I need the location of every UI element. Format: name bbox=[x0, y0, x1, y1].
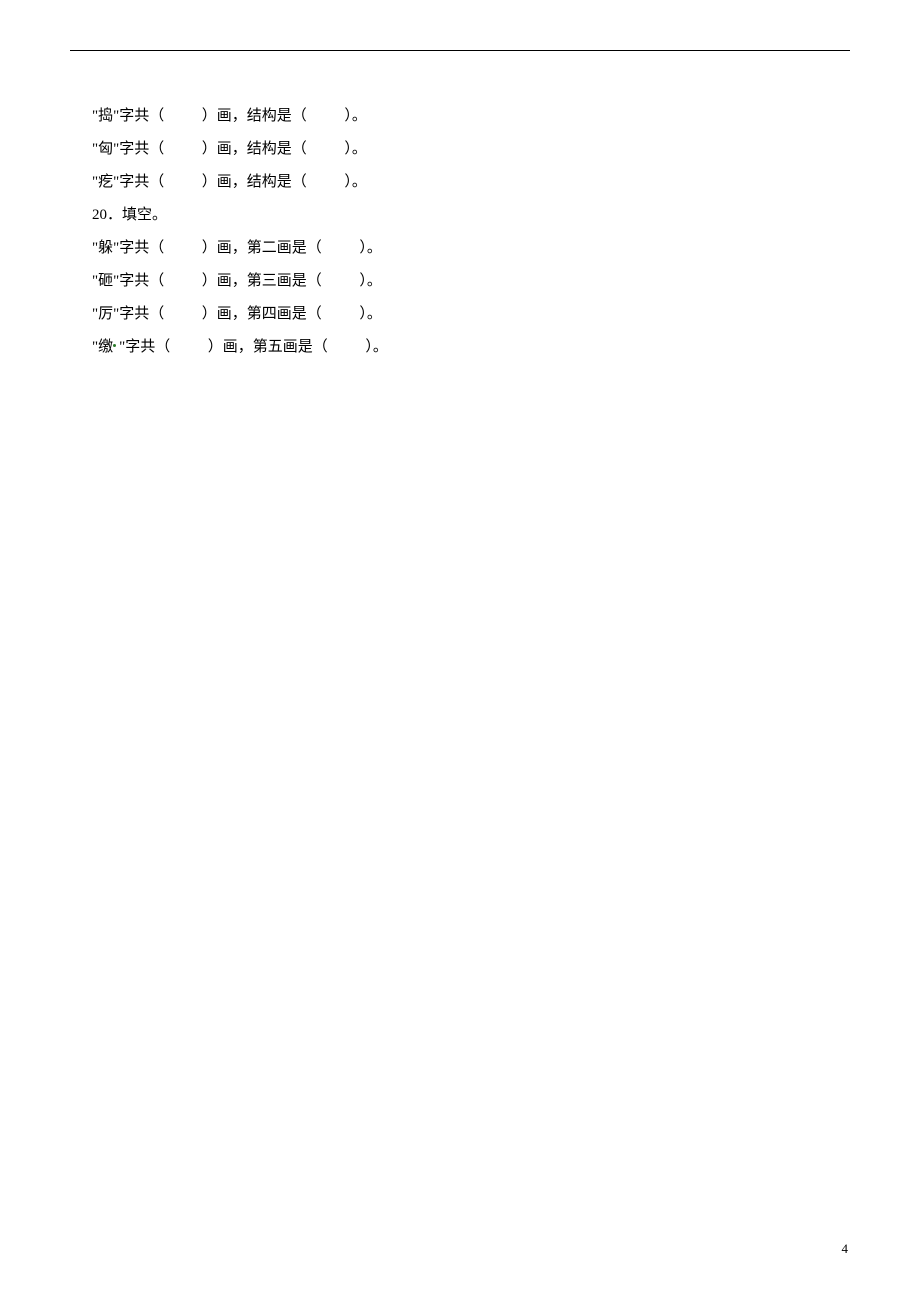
mid: 结构是 bbox=[247, 108, 292, 124]
t: "字共（ bbox=[113, 273, 164, 289]
fill-row-3: "疙"字共（ ）画，结构是（ ）。 bbox=[92, 166, 828, 199]
sp bbox=[328, 339, 366, 355]
mid: 第五画是 bbox=[253, 339, 313, 355]
t: （ bbox=[307, 306, 322, 322]
sp bbox=[307, 174, 345, 190]
t: "字共（ bbox=[113, 306, 164, 322]
sp bbox=[164, 306, 202, 322]
mid: 第四画是 bbox=[247, 306, 307, 322]
t: （ bbox=[292, 108, 307, 124]
t: ）。 bbox=[344, 174, 367, 190]
t: ）。 bbox=[359, 240, 382, 256]
t: ）。 bbox=[359, 306, 382, 322]
fill-row-5: "砸"字共（ ）画，第三画是（ ）。 bbox=[92, 265, 828, 298]
t: （ bbox=[307, 240, 322, 256]
q-num: 20 bbox=[92, 207, 107, 223]
mid: 第三画是 bbox=[247, 273, 307, 289]
header-rule bbox=[70, 50, 850, 51]
t: "字共（ bbox=[113, 141, 164, 157]
t: ）。 bbox=[365, 339, 388, 355]
t: "字共（ bbox=[113, 174, 164, 190]
t: "字共（ bbox=[119, 339, 170, 355]
t: ）画， bbox=[202, 240, 247, 256]
question-20: 20．填空。 bbox=[92, 199, 828, 232]
sp bbox=[164, 174, 202, 190]
t: ）画， bbox=[202, 141, 247, 157]
t: （ bbox=[292, 141, 307, 157]
char: 厉 bbox=[98, 306, 113, 322]
t: （ bbox=[292, 174, 307, 190]
t: ）画， bbox=[202, 174, 247, 190]
char: 躲 bbox=[98, 240, 113, 256]
t: ）。 bbox=[359, 273, 382, 289]
char: 捣 bbox=[98, 108, 113, 124]
t: （ bbox=[313, 339, 328, 355]
q-label: ．填空。 bbox=[107, 207, 167, 223]
fill-row-4: "躲"字共（ ）画，第二画是（ ）。 bbox=[92, 232, 828, 265]
sp bbox=[307, 141, 345, 157]
page-content: "捣"字共（ ）画，结构是（ ）。 "匈"字共（ ）画，结构是（ ）。 "疙"字… bbox=[92, 100, 828, 364]
fill-row-6: "厉"字共（ ）画，第四画是（ ）。 bbox=[92, 298, 828, 331]
t: （ bbox=[307, 273, 322, 289]
sp bbox=[322, 240, 360, 256]
sp bbox=[170, 339, 208, 355]
page-number: 4 bbox=[842, 1241, 849, 1257]
t: ）画， bbox=[202, 273, 247, 289]
sp bbox=[322, 306, 360, 322]
fill-row-7: "缴"字共（ ）画，第五画是（ ）。 bbox=[92, 331, 828, 364]
char: 缴 bbox=[98, 339, 113, 355]
fill-row-2: "匈"字共（ ）画，结构是（ ）。 bbox=[92, 133, 828, 166]
t: "字共（ bbox=[113, 240, 164, 256]
t: ）画， bbox=[208, 339, 253, 355]
sp bbox=[164, 108, 202, 124]
t: ）画， bbox=[202, 108, 247, 124]
sp bbox=[307, 108, 345, 124]
mid: 第二画是 bbox=[247, 240, 307, 256]
t: ）画， bbox=[202, 306, 247, 322]
mid: 结构是 bbox=[247, 174, 292, 190]
t: ）。 bbox=[344, 108, 367, 124]
fill-row-1: "捣"字共（ ）画，结构是（ ）。 bbox=[92, 100, 828, 133]
t: ）。 bbox=[344, 141, 367, 157]
t: "字共（ bbox=[113, 108, 164, 124]
sp bbox=[164, 240, 202, 256]
mid: 结构是 bbox=[247, 141, 292, 157]
char: 砸 bbox=[98, 273, 113, 289]
char: 匈 bbox=[98, 141, 113, 157]
char: 疙 bbox=[98, 174, 113, 190]
sp bbox=[164, 273, 202, 289]
sp bbox=[164, 141, 202, 157]
sp bbox=[322, 273, 360, 289]
